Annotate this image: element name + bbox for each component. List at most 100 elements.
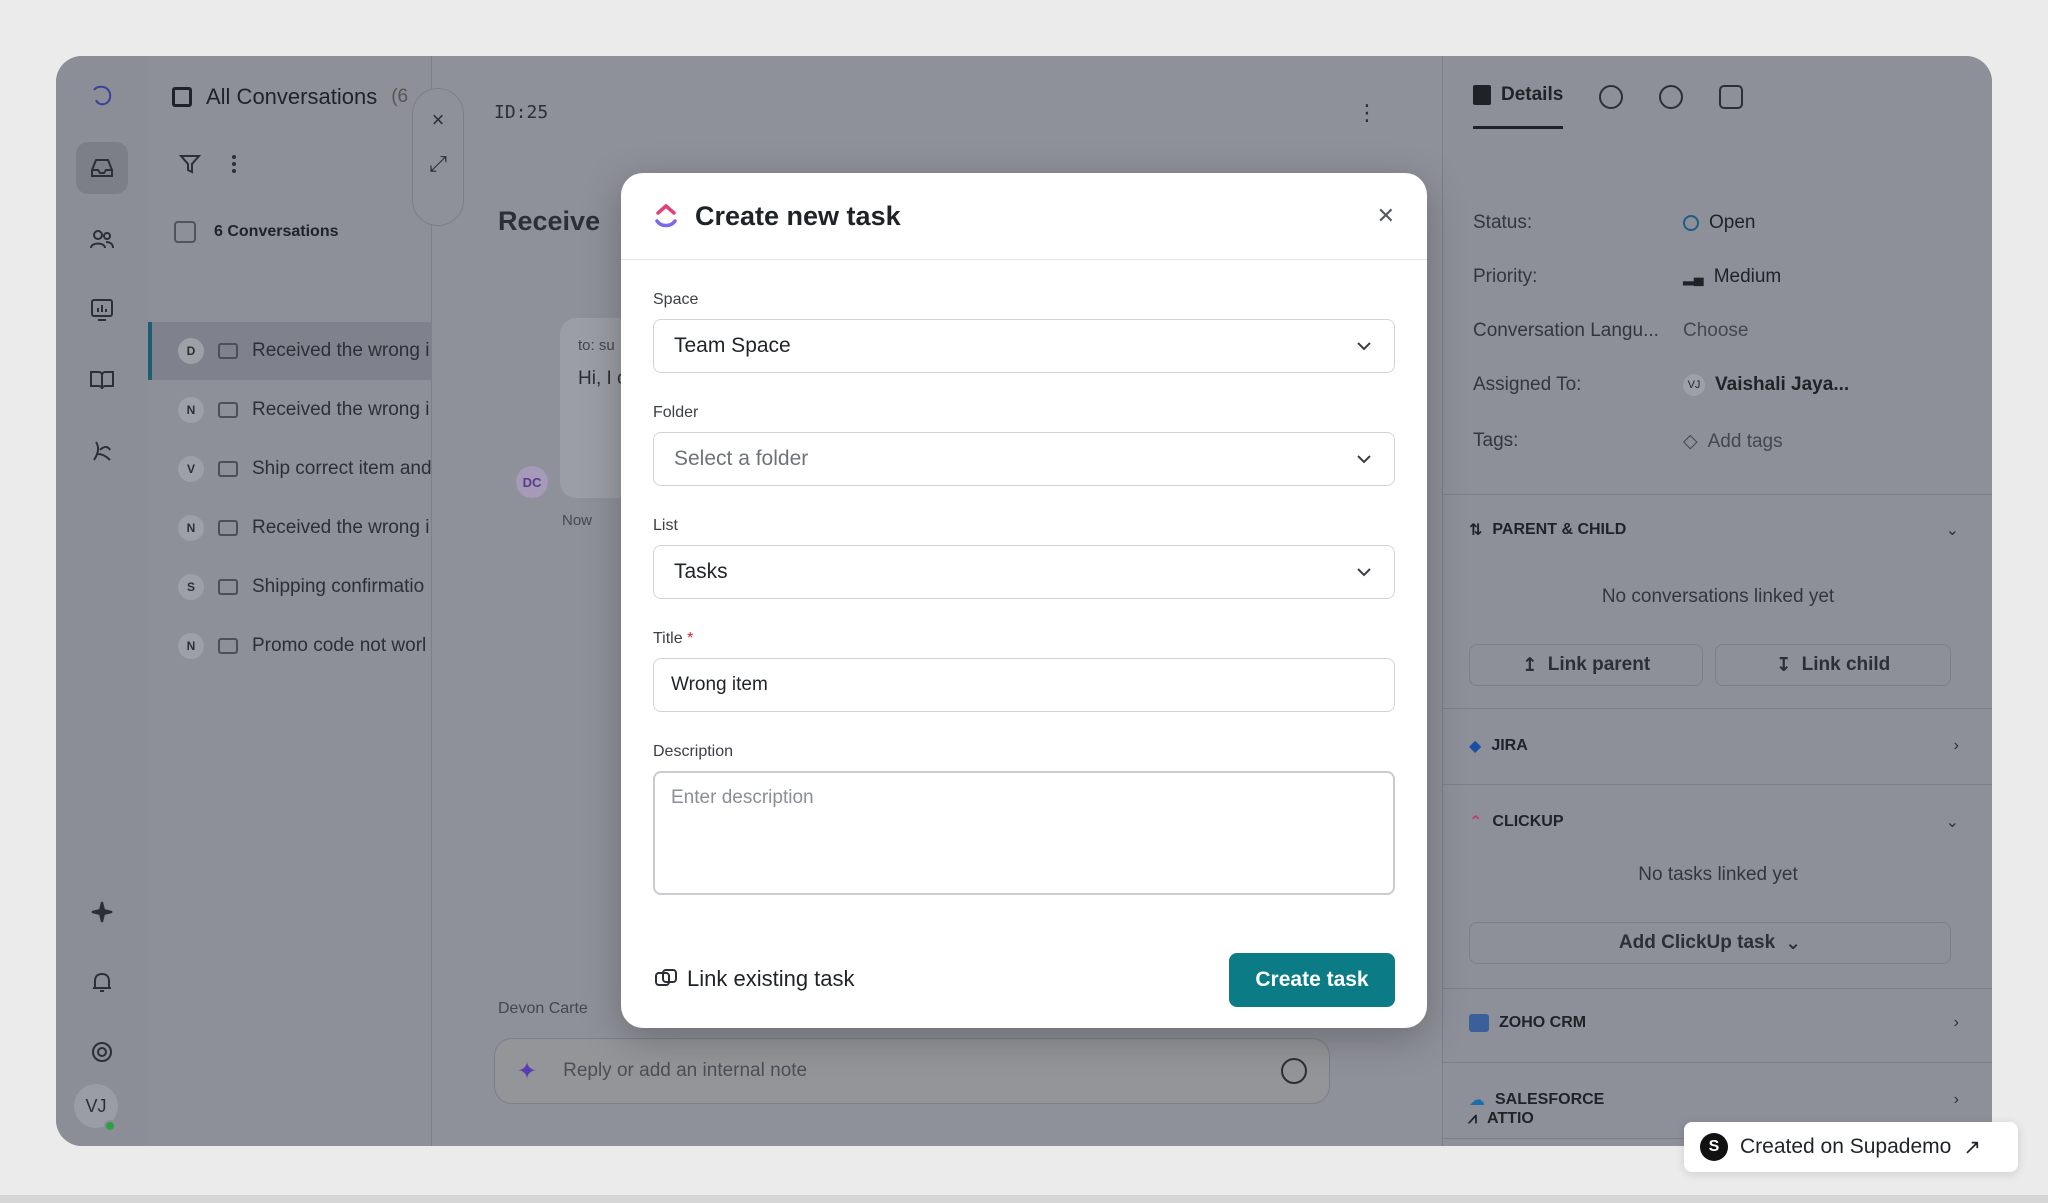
language-label: Conversation Langu... (1473, 320, 1659, 341)
expand-icon[interactable]: ⤢ (413, 151, 463, 177)
list-count: (6 (391, 86, 409, 107)
folder-select[interactable]: Select a folder (653, 432, 1395, 486)
app-logo-icon[interactable] (76, 70, 128, 122)
clickup-icon: ⌃ (1469, 814, 1483, 831)
section-salesforce[interactable]: ☁ SALESFORCE › (1469, 1090, 1959, 1110)
status-value[interactable]: Open (1683, 212, 1755, 234)
space-label: Space (653, 291, 699, 308)
select-all-label: 6 Conversations (214, 223, 339, 240)
more-vertical-icon[interactable] (222, 152, 246, 176)
conversation-subject: Received the wrong i (252, 340, 430, 361)
contact-initial: N (178, 633, 204, 659)
status-label: Status: (1473, 212, 1533, 233)
chevron-down-icon: ⌄ (1785, 932, 1802, 954)
reply-composer[interactable]: ✦ Reply or add an internal note (494, 1038, 1330, 1104)
create-task-button[interactable]: Create task (1229, 953, 1395, 1007)
email-channel-icon (218, 402, 238, 418)
language-value[interactable]: Choose (1683, 320, 1749, 342)
contact-initial: D (178, 338, 204, 364)
arrow-up-icon: ↥ (1521, 654, 1538, 676)
reports-icon[interactable] (76, 284, 128, 336)
priority-value[interactable]: ▂▄ Medium (1683, 266, 1781, 288)
description-label: Description (653, 743, 734, 760)
contacts-icon[interactable] (76, 214, 128, 266)
chevron-down-icon: ⌄ (1945, 522, 1959, 539)
select-all-checkbox[interactable] (174, 221, 196, 243)
conversation-item[interactable]: N Received the wrong i (148, 381, 432, 439)
chevron-down-icon (1357, 455, 1371, 464)
tab-details[interactable]: Details (1473, 84, 1564, 129)
list-value: Tasks (674, 560, 728, 583)
select-all-row: 6 Conversations (174, 221, 338, 243)
link-child-button[interactable]: ↧ Link child (1715, 644, 1951, 686)
pane-controls: × ⤢ (412, 88, 464, 226)
list-select[interactable]: Tasks (653, 545, 1395, 599)
folder-label: Folder (653, 404, 699, 421)
salesforce-icon: ☁ (1469, 1092, 1485, 1109)
contact-initial: S (178, 574, 204, 600)
jira-icon: ◆ (1469, 738, 1482, 755)
link-existing-label: Link existing task (687, 966, 855, 991)
tag-icon: ◇ (1683, 431, 1698, 452)
settings-gear-icon[interactable] (76, 1026, 128, 1078)
list-title[interactable]: All Conversations (206, 84, 377, 110)
open-status-icon (1683, 215, 1699, 231)
inbox-icon[interactable] (76, 142, 128, 194)
add-tags[interactable]: ◇ Add tags (1683, 430, 1783, 453)
section-clickup[interactable]: ⌃ CLICKUP ⌄ (1469, 812, 1959, 832)
filter-icon[interactable] (178, 152, 202, 176)
conversation-more-icon[interactable]: ⋮ (1356, 100, 1378, 126)
section-jira[interactable]: ◆ JIRA › (1469, 736, 1959, 756)
modal-header: Create new task ✕ (621, 173, 1427, 260)
contact-initial: N (178, 397, 204, 423)
arrow-down-icon: ↧ (1775, 654, 1792, 676)
section-zoho-crm[interactable]: ZOHO CRM › (1469, 1014, 1959, 1032)
chevron-down-icon: ⌄ (1945, 814, 1959, 831)
close-pane-icon[interactable]: × (413, 107, 463, 133)
emoji-icon[interactable] (1281, 1058, 1307, 1084)
reply-placeholder[interactable]: Reply or add an internal note (563, 1060, 807, 1082)
bottom-edge (0, 1195, 2048, 1203)
space-select[interactable]: Team Space (653, 319, 1395, 373)
list-header: All Conversations (6 (172, 84, 408, 110)
link-existing-task-button[interactable]: Link existing task (653, 966, 855, 992)
close-icon[interactable]: ✕ (1377, 203, 1395, 229)
conversation-item[interactable]: S Shipping confirmatio (148, 558, 432, 616)
modal-title: Create new task (695, 200, 901, 231)
tab-details-label: Details (1501, 84, 1564, 105)
description-textarea[interactable] (653, 771, 1395, 895)
no-conversations-note: No conversations linked yet (1601, 586, 1835, 607)
conversation-item[interactable]: D Received the wrong i (148, 322, 432, 380)
section-parent-child[interactable]: ⇅ PARENT & CHILD ⌄ (1469, 520, 1959, 540)
tab-contact-icon[interactable] (1599, 84, 1624, 109)
ai-sparkle-icon[interactable]: ✦ (517, 1057, 537, 1086)
title-input[interactable] (653, 658, 1395, 712)
section-attio[interactable]: ⩘ ATTIO (1468, 1110, 1668, 1128)
link-parent-button[interactable]: ↥ Link parent (1469, 644, 1703, 686)
ai-sparkle-icon[interactable] (76, 886, 128, 938)
assignee-avatar: VJ (1683, 374, 1705, 396)
status-row: Status: Open (1473, 212, 1755, 234)
conversation-item[interactable]: V Ship correct item and (148, 440, 432, 498)
chevron-down-icon (1357, 568, 1371, 577)
email-channel-icon (218, 579, 238, 595)
supademo-badge[interactable]: S Created on Supademo ↗ (1684, 1122, 2018, 1172)
email-channel-icon (218, 638, 238, 654)
tab-linked-icon[interactable] (1719, 84, 1744, 109)
notifications-bell-icon[interactable] (76, 956, 128, 1008)
sidebar-toggle-icon[interactable] (172, 87, 192, 107)
add-clickup-task-button[interactable]: Add ClickUp task ⌄ (1469, 922, 1951, 964)
knowledge-base-icon[interactable] (76, 354, 128, 406)
chevron-right-icon: › (1953, 1091, 1959, 1108)
details-tabs: Details (1473, 84, 1744, 129)
divider (1443, 1062, 1992, 1063)
tab-history-icon[interactable] (1659, 84, 1684, 109)
conversation-title: Receive (498, 206, 601, 236)
automation-icon[interactable] (76, 424, 128, 476)
conversation-item[interactable]: N Received the wrong i (148, 499, 432, 557)
list-label: List (653, 517, 678, 534)
divider (1443, 784, 1992, 785)
assigned-value[interactable]: VJ Vaishali Jaya... (1683, 374, 1849, 396)
email-channel-icon (218, 461, 238, 477)
conversation-item[interactable]: N Promo code not worl (148, 617, 432, 675)
